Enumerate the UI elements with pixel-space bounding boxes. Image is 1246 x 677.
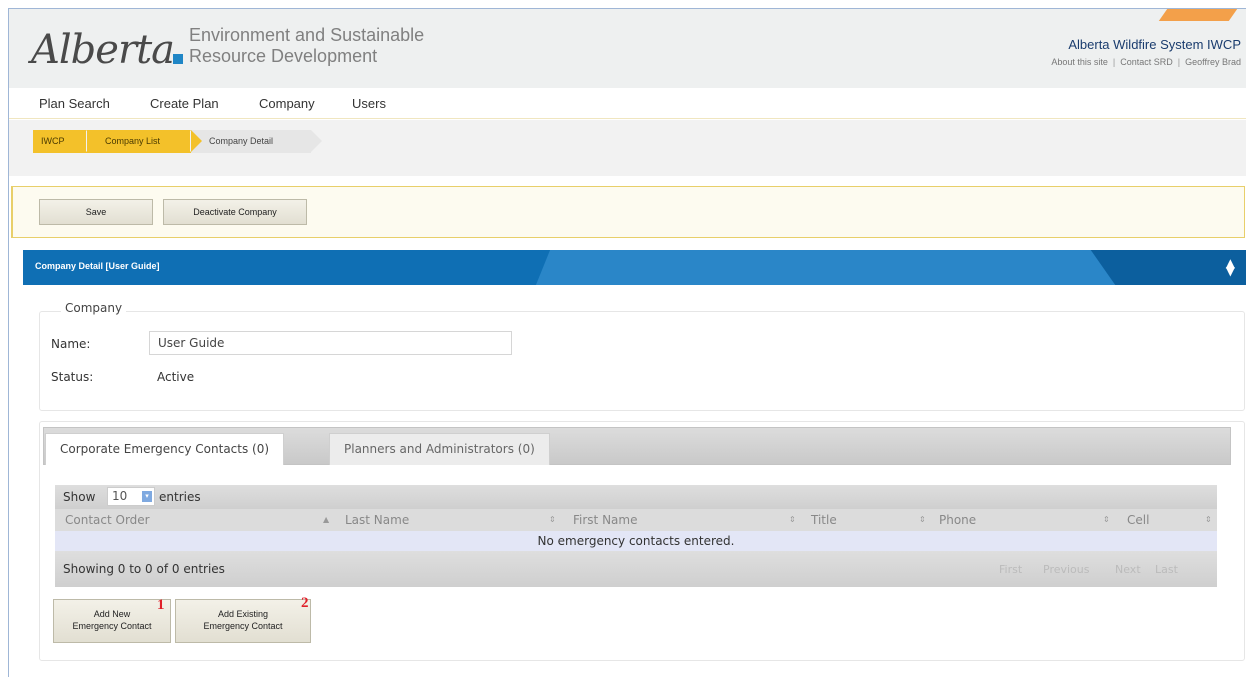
annotation-marker-1: 1 [157, 597, 165, 613]
breadcrumb-iwcp[interactable]: IWCP [33, 130, 98, 153]
logo-square-icon [173, 54, 183, 64]
column-title[interactable]: Title [811, 513, 837, 527]
entries-label: entries [159, 490, 201, 504]
nav-plan-search[interactable]: Plan Search [39, 96, 110, 111]
user-link[interactable]: Geoffrey Brad [1185, 57, 1241, 67]
contact-link[interactable]: Contact SRD [1120, 57, 1173, 67]
sort-asc-icon[interactable]: ▲ [323, 515, 329, 524]
column-phone[interactable]: Phone [939, 513, 976, 527]
tab-corporate-emergency-contacts[interactable]: Corporate Emergency Contacts (0) [45, 433, 285, 465]
breadcrumb-company-list[interactable]: Company List [86, 130, 202, 153]
status-value: Active [157, 370, 195, 384]
breadcrumb-company-detail: Company Detail [190, 130, 322, 153]
column-contact-order[interactable]: Contact Order [65, 513, 150, 527]
column-cell[interactable]: Cell [1127, 513, 1149, 527]
breadcrumb: IWCP Company List Company Detail [9, 120, 1246, 176]
sort-icon[interactable]: ⇕ [549, 515, 556, 524]
app-window: Alberta Environment and Sustainable Reso… [8, 8, 1246, 677]
pager-last[interactable]: Last [1155, 563, 1178, 576]
company-name-input[interactable] [149, 331, 512, 355]
link-separator: | [1112, 57, 1116, 67]
tab-planners-administrators[interactable]: Planners and Administrators (0) [329, 433, 550, 465]
nav-create-plan[interactable]: Create Plan [150, 96, 219, 111]
pager-previous[interactable]: Previous [1043, 563, 1090, 576]
panel-header[interactable]: Company Detail [User Guide] ▲ ▼ [23, 250, 1246, 285]
button-label-line: Emergency Contact [72, 621, 152, 631]
deactivate-company-button[interactable]: Deactivate Company [163, 199, 307, 225]
main-nav: Plan Search Create Plan Company Users [9, 88, 1246, 119]
company-legend: Company [61, 301, 127, 315]
action-toolbar: Save Deactivate Company [11, 186, 1245, 238]
sort-toggle-icon[interactable]: ▲ ▼ [1226, 257, 1235, 277]
corner-flag [1158, 9, 1246, 21]
system-title: Alberta Wildfire System IWCP [1068, 37, 1241, 52]
pager-first[interactable]: First [999, 563, 1022, 576]
site-header: Alberta Environment and Sustainable Reso… [9, 9, 1246, 88]
about-link[interactable]: About this site [1051, 57, 1108, 67]
alberta-logo: Alberta [31, 27, 175, 73]
save-button[interactable]: Save [39, 199, 153, 225]
nav-users[interactable]: Users [352, 96, 386, 111]
column-last-name[interactable]: Last Name [345, 513, 409, 527]
sort-icon[interactable]: ⇕ [789, 515, 796, 524]
department-line-2: Resource Development [189, 46, 378, 66]
department-name: Environment and Sustainable Resource Dev… [189, 25, 424, 67]
nav-company[interactable]: Company [259, 96, 315, 111]
link-separator: | [1177, 57, 1181, 67]
show-label: Show [63, 490, 96, 504]
status-label: Status: [51, 370, 94, 384]
dropdown-arrow-icon: ▾ [142, 491, 152, 502]
button-label-line: Add Existing [217, 609, 269, 619]
sort-icon[interactable]: ⇕ [919, 515, 926, 524]
panel-decoration [1090, 250, 1246, 285]
empty-table-message: No emergency contacts entered. [55, 531, 1217, 551]
sort-icon[interactable]: ⇕ [1205, 515, 1212, 524]
table-header: Contact Order ▲ Last Name ⇕ First Name ⇕… [55, 509, 1217, 531]
pager-next[interactable]: Next [1115, 563, 1141, 576]
column-first-name[interactable]: First Name [573, 513, 637, 527]
department-line-1: Environment and Sustainable [189, 25, 425, 45]
name-label: Name: [51, 337, 91, 351]
button-label-line: Add New [93, 609, 131, 619]
table-controls: Show 10 ▾ entries [55, 485, 1217, 509]
panel-decoration [535, 250, 1191, 285]
button-label-line: Emergency Contact [203, 621, 283, 631]
annotation-marker-2: 2 [301, 595, 309, 611]
panel-title: Company Detail [User Guide] [35, 261, 160, 271]
sort-icon[interactable]: ⇕ [1103, 515, 1110, 524]
header-links: About this site | Contact SRD | Geoffrey Bra… [1051, 57, 1241, 67]
page-size-value: 10 [112, 489, 128, 503]
add-existing-emergency-contact-button[interactable]: Add Existing Emergency Contact [175, 599, 311, 643]
table-footer: Showing 0 to 0 of 0 entries First Previo… [55, 551, 1217, 587]
page-size-select[interactable]: 10 ▾ [107, 487, 155, 506]
add-new-emergency-contact-button[interactable]: Add New Emergency Contact [53, 599, 171, 643]
company-fieldset [39, 311, 1245, 411]
table-info: Showing 0 to 0 of 0 entries [63, 562, 225, 576]
